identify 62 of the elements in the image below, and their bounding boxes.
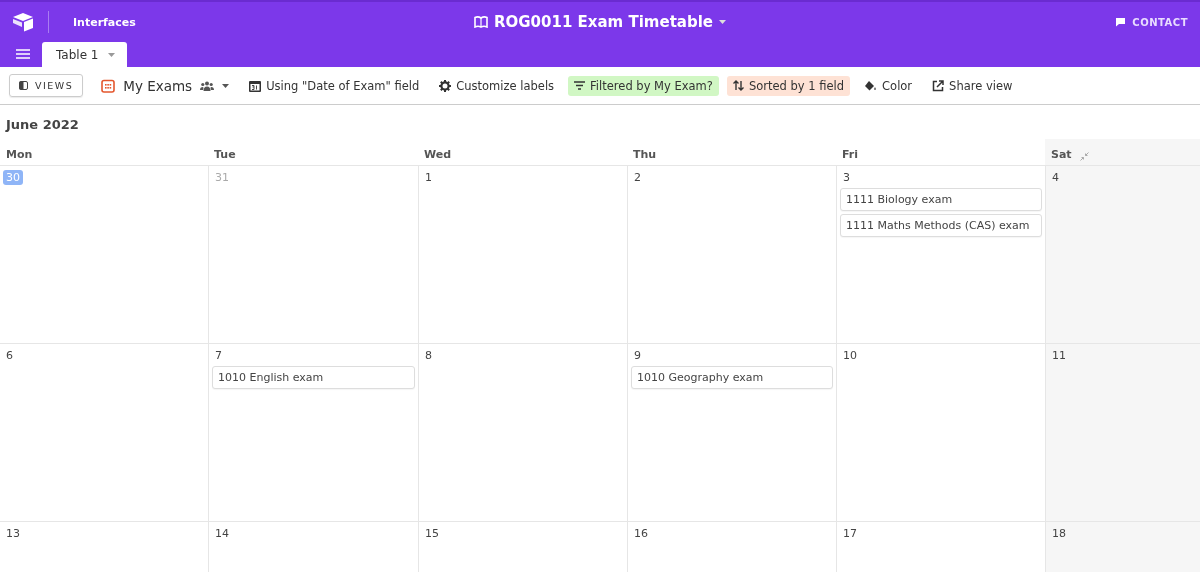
day-number: 8: [424, 348, 433, 363]
day-cell[interactable]: 3 1111 Biology exam 1111 Maths Methods (CAS) exam: [836, 166, 1045, 343]
views-button[interactable]: VIEWS: [9, 74, 84, 97]
day-number: 31: [214, 170, 230, 185]
contact-button[interactable]: CONTACT: [1109, 15, 1194, 29]
day-cell[interactable]: 16: [627, 522, 836, 572]
day-number: 1: [424, 170, 433, 185]
sidebar-icon: [19, 81, 28, 90]
table-tab[interactable]: Table 1: [42, 42, 128, 67]
day-number: 9: [633, 348, 642, 363]
day-number: 13: [5, 526, 21, 541]
base-title[interactable]: ROG0011 Exam Timetable: [494, 13, 713, 31]
sort-icon: [732, 80, 744, 91]
day-number: 15: [424, 526, 440, 541]
filter-icon: [574, 81, 586, 90]
logo-icon[interactable]: [12, 12, 34, 32]
toolbar-button[interactable]: Customize labels: [433, 75, 561, 96]
day-number: 6: [5, 348, 14, 363]
chat-icon: [1115, 17, 1127, 27]
day-cell[interactable]: 2: [627, 166, 836, 343]
day-number: 3: [842, 170, 851, 185]
weekday-label: Thu: [633, 148, 657, 161]
weekday-label: Sat: [1051, 148, 1072, 161]
day-number: 10: [842, 348, 858, 363]
calendar-icon: [249, 79, 262, 92]
toolbar-button[interactable]: Color: [858, 75, 919, 96]
day-cell[interactable]: 8: [418, 344, 627, 521]
day-number: 11: [1051, 348, 1067, 363]
caret-icon[interactable]: [719, 20, 726, 24]
calendar-icon: [101, 78, 116, 93]
day-cell[interactable]: 15: [418, 522, 627, 572]
day-cell[interactable]: 6: [0, 344, 208, 521]
day-number: 4: [1051, 170, 1060, 185]
weekday-label: Fri: [842, 148, 858, 161]
weekday-label: Mon: [6, 148, 33, 161]
share-icon: [932, 79, 945, 92]
day-cell[interactable]: 7 1010 English exam: [208, 344, 418, 521]
day-cell[interactable]: 9 1010 Geography exam: [627, 344, 836, 521]
toolbar-button[interactable]: Using "Date of Exam" field: [243, 75, 426, 96]
caret-icon: [222, 83, 230, 88]
caret-icon: [108, 52, 116, 57]
people-icon: [200, 80, 215, 91]
day-cell[interactable]: 14: [208, 522, 418, 572]
day-number: 16: [633, 526, 649, 541]
view-switcher[interactable]: My Exams: [95, 74, 236, 97]
filter-button[interactable]: Filtered by My Exam?: [568, 75, 719, 96]
day-cell[interactable]: 1: [418, 166, 627, 343]
month-title: June 2022: [6, 117, 79, 132]
weekday-label: Tue: [214, 148, 236, 161]
book-icon: [474, 16, 488, 28]
sort-button[interactable]: Sorted by 1 field: [726, 75, 851, 96]
gear-icon: [439, 79, 452, 92]
day-number: 14: [214, 526, 230, 541]
day-number: 18: [1051, 526, 1067, 541]
section-link[interactable]: Interfaces: [73, 15, 136, 29]
day-cell[interactable]: 13: [0, 522, 208, 572]
day-number: 7: [214, 348, 223, 363]
weekday-label: Wed: [424, 148, 452, 161]
day-number: 2: [633, 170, 642, 185]
toolbar-button[interactable]: Share view: [926, 75, 1019, 96]
menu-icon[interactable]: [16, 49, 30, 59]
day-number: 17: [842, 526, 858, 541]
